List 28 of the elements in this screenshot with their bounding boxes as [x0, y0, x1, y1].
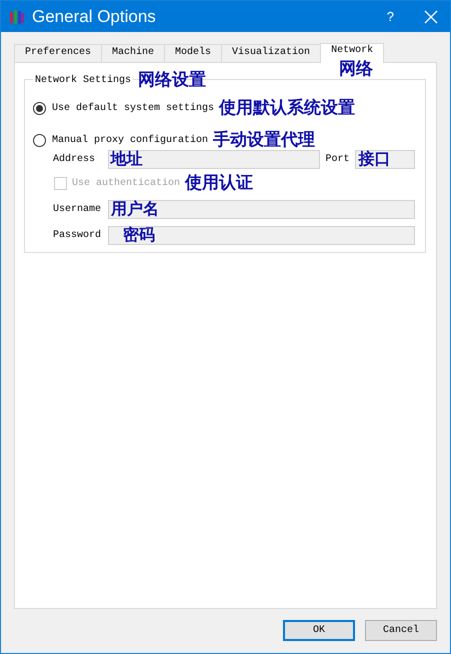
annotation-label: 密码 — [122, 225, 155, 245]
port-field[interactable]: 接口 — [355, 150, 415, 168]
annotation-label: 用户名 — [110, 199, 159, 219]
radio-label[interactable]: Manual proxy configuration — [52, 134, 208, 146]
address-field[interactable]: 地址 — [108, 150, 320, 168]
username-field[interactable]: 用户名 — [108, 200, 415, 218]
annotation-label: 手动设置代理 — [213, 130, 316, 150]
radio-button[interactable] — [33, 134, 46, 146]
help-button[interactable]: ? — [386, 9, 394, 24]
annotation-label: 网络设置 — [138, 70, 206, 90]
radio-button[interactable] — [33, 102, 46, 114]
app-icon — [10, 8, 24, 24]
tab[interactable]: Preferences — [14, 44, 102, 62]
annotation-label: 使用认证 — [185, 173, 254, 193]
field-label: Address — [53, 154, 96, 164]
annotation-label: 地址 — [110, 149, 143, 169]
radio-label[interactable]: Use default system settings — [52, 102, 214, 114]
field-label: Password — [53, 230, 102, 240]
annotation-label: 使用默认系统设置 — [219, 98, 356, 118]
annotation-label: 接口 — [358, 149, 390, 169]
group-title: Network Settings — [33, 74, 134, 86]
dialog-button[interactable]: Cancel — [365, 620, 437, 641]
window-title: General Options — [32, 6, 157, 26]
field-label: Username — [53, 204, 102, 214]
field-label: Port — [326, 154, 351, 164]
password-field[interactable]: 密码 — [108, 226, 415, 244]
dialog-button[interactable]: OK — [283, 620, 355, 641]
close-icon[interactable] — [424, 10, 438, 24]
